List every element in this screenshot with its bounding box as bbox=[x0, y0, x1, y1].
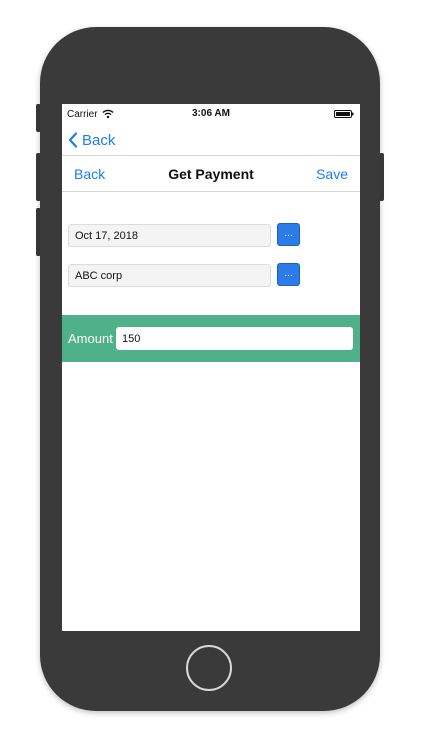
status-bar: Carrier 3:06 AM bbox=[62, 104, 360, 124]
status-time: 3:06 AM bbox=[192, 108, 230, 119]
date-field[interactable]: Oct 17, 2018 bbox=[68, 224, 271, 247]
nav-back-label: Back bbox=[82, 131, 116, 149]
navigation-bar: Back bbox=[62, 124, 360, 156]
amount-label: Amount bbox=[68, 331, 113, 346]
amount-input[interactable] bbox=[116, 327, 353, 350]
nav-back-button[interactable]: Back bbox=[68, 130, 115, 150]
home-button[interactable] bbox=[186, 645, 232, 691]
battery-icon bbox=[334, 110, 354, 118]
customer-picker-button[interactable]: ... bbox=[277, 263, 300, 286]
amount-section: Amount bbox=[62, 315, 360, 362]
date-picker-button[interactable]: ... bbox=[277, 223, 300, 246]
save-button[interactable]: Save bbox=[316, 166, 348, 182]
chevron-left-icon bbox=[68, 132, 78, 148]
customer-field[interactable]: ABC corp bbox=[68, 264, 271, 287]
stage: Carrier 3:06 AM Back Back Get Payment Sa… bbox=[0, 0, 422, 750]
app-screen: Carrier 3:06 AM Back Back Get Payment Sa… bbox=[62, 104, 360, 631]
toolbar: Back Get Payment Save bbox=[62, 156, 360, 192]
